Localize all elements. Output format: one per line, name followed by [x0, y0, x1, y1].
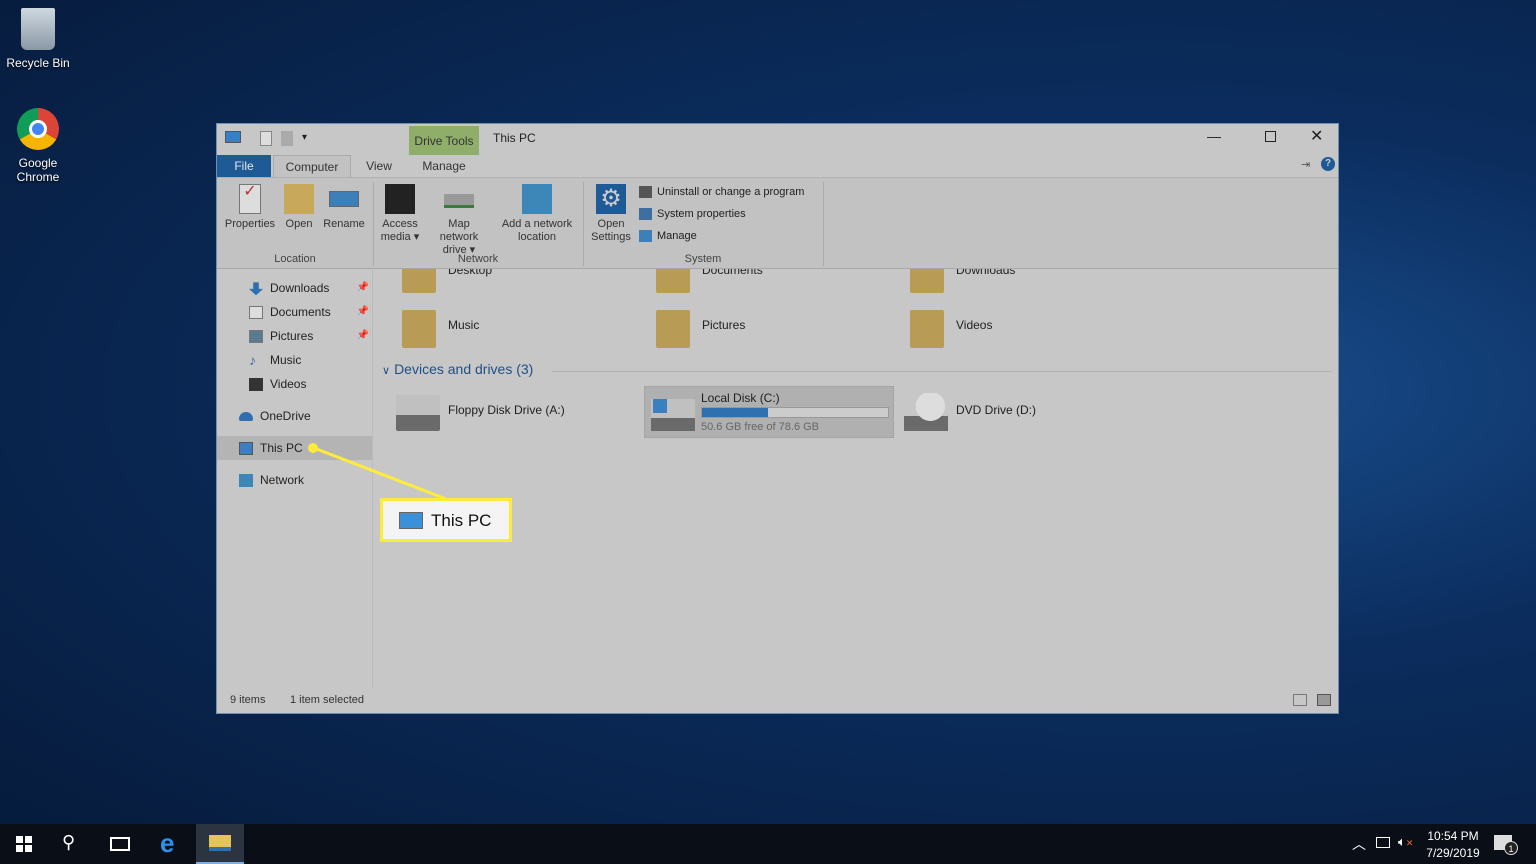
folder-icon: [209, 835, 231, 851]
callout-connector: [308, 443, 447, 501]
file-explorer-taskbar-button[interactable]: [196, 824, 244, 864]
edge-icon[interactable]: e: [160, 828, 174, 859]
action-center-button[interactable]: 1: [1494, 835, 1518, 855]
search-icon[interactable]: ⚲: [62, 832, 75, 853]
this-pc-icon: [399, 512, 423, 529]
taskbar: ⚲ e ︿ 🔈︎✕ 10:54 PM 7/29/2019 1: [0, 824, 1536, 864]
task-view-icon[interactable]: [110, 837, 130, 851]
volume-muted-icon[interactable]: 🔈︎✕: [1398, 834, 1413, 850]
network-status-icon[interactable]: [1376, 837, 1390, 848]
show-hidden-icons-button[interactable]: ︿: [1352, 834, 1366, 854]
clock[interactable]: 10:54 PM 7/29/2019: [1418, 828, 1488, 862]
this-pc-callout: This PC: [380, 498, 512, 542]
start-button[interactable]: [16, 836, 32, 852]
